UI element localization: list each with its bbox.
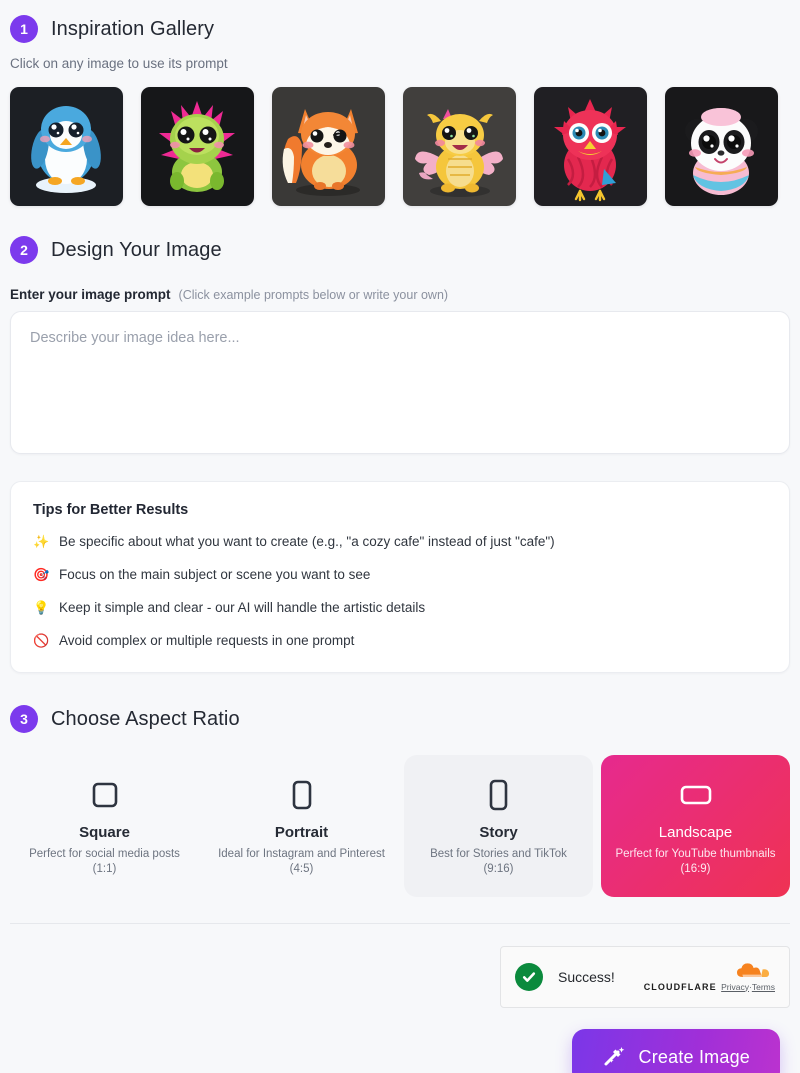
- sparkles-icon: ✨: [33, 534, 50, 549]
- choose-aspect-ratio-section: 3 Choose Aspect Ratio Square Perfect for…: [10, 705, 790, 897]
- prompt-input[interactable]: [10, 311, 790, 454]
- aspect-ratio-options: Square Perfect for social media posts (1…: [10, 755, 790, 897]
- turnstile-links: Privacy·Terms: [721, 982, 775, 992]
- cloudflare-turnstile-widget[interactable]: Success! CLOUDFLARE Privacy·Terms: [500, 946, 790, 1008]
- aspect-ratio-desc: Ideal for Instagram and Pinterest (4:5): [218, 848, 385, 875]
- aspect-ratio-name: Portrait: [274, 824, 329, 841]
- portrait-outline-icon: [292, 777, 312, 813]
- magic-wand-icon: [602, 1044, 626, 1071]
- aspect-ratio-name: Story: [479, 824, 518, 841]
- tip-item: 💡 Keep it simple and clear - our AI will…: [33, 599, 767, 617]
- square-outline-icon: [92, 777, 118, 813]
- prompt-label-row: Enter your image prompt (Click example p…: [10, 287, 790, 302]
- step-badge-3: 3: [10, 705, 38, 733]
- inspiration-gallery-section: 1 Inspiration Gallery Click on any image…: [10, 0, 790, 206]
- prompt-label: Enter your image prompt: [10, 287, 171, 302]
- aspect-ratio-option-square[interactable]: Square Perfect for social media posts (1…: [10, 755, 199, 897]
- story-outline-icon: [489, 777, 508, 813]
- gallery-title: Inspiration Gallery: [51, 17, 215, 40]
- privacy-link[interactable]: Privacy: [721, 982, 749, 992]
- aspect-ratio-option-portrait[interactable]: Portrait Ideal for Instagram and Pintere…: [207, 755, 396, 897]
- step-badge-1: 1: [10, 15, 38, 43]
- landscape-outline-icon: [680, 777, 712, 813]
- prompt-hint: (Click example prompts below or write yo…: [178, 288, 449, 302]
- aspect-ratio-name: Square: [79, 824, 130, 841]
- aspect-ratio-name: Landscape: [658, 824, 733, 841]
- cloudflare-branding: CLOUDFLARE Privacy·Terms: [644, 961, 775, 994]
- step-badge-2: 2: [10, 236, 38, 264]
- turnstile-status-label: Success!: [558, 969, 615, 985]
- design-title: Design Your Image: [51, 238, 222, 261]
- gallery-thumb-fox[interactable]: [272, 87, 385, 206]
- gallery-subtitle: Click on any image to use its prompt: [10, 56, 228, 71]
- tip-item: 🚫 Avoid complex or multiple requests in …: [33, 632, 767, 650]
- create-button-label: Create Image: [638, 1046, 750, 1067]
- cloudflare-wordmark: CLOUDFLARE: [643, 981, 717, 992]
- gallery-thumb-turtle[interactable]: [141, 87, 254, 206]
- aspect-ratio-option-story[interactable]: Story Best for Stories and TikTok (9:16): [404, 755, 593, 897]
- tip-text: Avoid complex or multiple requests in on…: [59, 633, 355, 648]
- create-button-wrapper: Create Image: [10, 1029, 790, 1073]
- gallery-thumb-penguin[interactable]: [10, 87, 123, 206]
- prohibited-icon: 🚫: [33, 633, 50, 648]
- gallery-thumb-panda[interactable]: [665, 87, 778, 206]
- target-icon: 🎯: [33, 567, 50, 582]
- tip-item: ✨ Be specific about what you want to cre…: [33, 533, 767, 551]
- create-image-button[interactable]: Create Image: [571, 1029, 780, 1073]
- lightbulb-icon: 💡: [33, 600, 50, 615]
- tip-text: Focus on the main subject or scene you w…: [59, 567, 371, 582]
- terms-link[interactable]: Terms: [752, 982, 775, 992]
- aspect-ratio-desc: Perfect for social media posts (1:1): [29, 848, 180, 875]
- gallery-thumbnail-list: [10, 87, 790, 206]
- tips-title: Tips for Better Results: [33, 502, 189, 518]
- gallery-thumb-dragon[interactable]: [403, 87, 516, 206]
- cloudflare-cloud-icon: [644, 961, 775, 978]
- tip-text: Be specific about what you want to creat…: [59, 534, 555, 549]
- design-your-image-section: 2 Design Your Image Enter your image pro…: [10, 236, 790, 673]
- turnstile-wrapper: Success! CLOUDFLARE Privacy·Terms: [10, 946, 790, 1008]
- success-check-icon: [515, 963, 543, 991]
- tips-card: Tips for Better Results ✨ Be specific ab…: [10, 481, 790, 673]
- gallery-thumb-owl[interactable]: [534, 87, 647, 206]
- tip-item: 🎯 Focus on the main subject or scene you…: [33, 566, 767, 584]
- tip-text: Keep it simple and clear - our AI will h…: [59, 600, 426, 615]
- aspect-ratio-desc: Best for Stories and TikTok (9:16): [430, 848, 567, 875]
- section-divider: [10, 923, 790, 924]
- aspect-ratio-option-landscape[interactable]: Landscape Perfect for YouTube thumbnails…: [601, 755, 790, 897]
- design-header: 2 Design Your Image: [10, 236, 790, 264]
- gallery-header: 1 Inspiration Gallery: [10, 15, 790, 43]
- ratio-header: 3 Choose Aspect Ratio: [10, 705, 790, 733]
- aspect-ratio-desc: Perfect for YouTube thumbnails (16:9): [615, 848, 776, 875]
- ratio-title: Choose Aspect Ratio: [51, 707, 240, 730]
- image-generator-page: 1 Inspiration Gallery Click on any image…: [0, 0, 800, 1073]
